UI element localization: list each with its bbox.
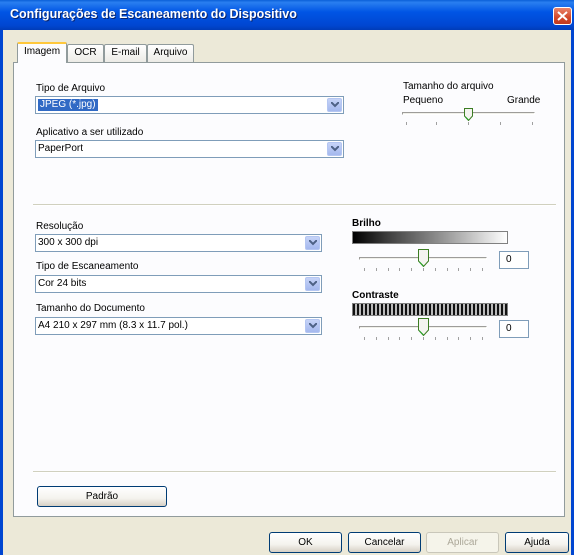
- tab-label: OCR: [74, 47, 97, 58]
- ok-button[interactable]: OK: [269, 532, 342, 553]
- slider-tick: [423, 268, 424, 271]
- slider-tick: [470, 268, 471, 271]
- slider-tick: [406, 122, 407, 125]
- chevron-down-icon: [331, 102, 339, 108]
- scan-type-label: Tipo de Escaneamento: [36, 261, 139, 272]
- slider-tick: [458, 268, 459, 271]
- slider-tick: [399, 337, 400, 340]
- dropdown-arrow[interactable]: [305, 236, 320, 250]
- brightness-label: Brilho: [352, 218, 381, 229]
- footer-divider: [33, 471, 556, 473]
- file-type-label: Tipo de Arquivo: [36, 83, 106, 94]
- button-label: Ajuda: [524, 537, 550, 548]
- slider-tick: [388, 268, 389, 271]
- file-type-select[interactable]: JPEG (*.jpg): [35, 96, 344, 114]
- tab-panel-imagem: Tipo de Arquivo JPEG (*.jpg) Aplicativo …: [13, 62, 565, 517]
- button-label: OK: [298, 537, 313, 548]
- dropdown-arrow[interactable]: [305, 277, 320, 291]
- slider-tick: [482, 337, 483, 340]
- tab-label: Imagem: [23, 46, 61, 57]
- tab-imagem[interactable]: Imagem: [17, 42, 67, 63]
- tab-label: E-mail: [111, 47, 140, 58]
- slider-tick: [388, 337, 389, 340]
- cancel-button[interactable]: Cancelar: [348, 532, 421, 553]
- slider-tick: [482, 268, 483, 271]
- brightness-gradient: [352, 231, 508, 244]
- default-button[interactable]: Padrão: [37, 486, 167, 507]
- file-size-label: Tamanho do arquivo: [403, 81, 494, 92]
- slider-tick: [447, 268, 448, 271]
- apply-button[interactable]: Aplicar: [426, 532, 499, 553]
- chevron-down-icon: [309, 281, 317, 287]
- resolution-label: Resolução: [36, 221, 84, 232]
- dropdown-arrow[interactable]: [327, 98, 342, 112]
- contrast-pattern: [352, 303, 508, 316]
- doc-size-label: Tamanho do Documento: [36, 303, 145, 314]
- slider-tick: [436, 122, 437, 125]
- dropdown-arrow[interactable]: [327, 142, 342, 156]
- slider-tick: [500, 122, 501, 125]
- brightness-slider-thumb[interactable]: [417, 249, 429, 267]
- tab-email[interactable]: E-mail: [104, 44, 147, 62]
- resolution-select[interactable]: 300 x 300 dpi: [35, 234, 322, 252]
- slider-tick: [376, 337, 377, 340]
- slider-tick: [376, 268, 377, 271]
- slider-tick: [532, 122, 533, 125]
- file-size-min-label: Pequeno: [403, 95, 444, 106]
- slider-tick: [411, 268, 412, 271]
- slider-tick: [468, 122, 469, 125]
- file-size-slider-thumb[interactable]: [464, 108, 473, 121]
- brightness-value: 0: [506, 254, 512, 265]
- chevron-down-icon: [309, 240, 317, 246]
- app-value: PaperPort: [38, 143, 84, 154]
- slider-tick: [411, 337, 412, 340]
- slider-tick: [435, 337, 436, 340]
- slider-tick: [364, 268, 365, 271]
- tab-ocr[interactable]: OCR: [67, 44, 104, 62]
- contrast-label: Contraste: [352, 290, 399, 301]
- contrast-slider-thumb[interactable]: [417, 318, 429, 336]
- slider-tick: [364, 337, 365, 340]
- dropdown-arrow[interactable]: [305, 319, 320, 333]
- chevron-down-icon: [309, 323, 317, 329]
- scan-type-value: Cor 24 bits: [38, 278, 87, 289]
- button-label: Aplicar: [447, 537, 478, 548]
- slider-tick: [435, 268, 436, 271]
- title-bar[interactable]: Configurações de Escaneamento do Disposi…: [0, 0, 574, 30]
- slider-tick: [423, 337, 424, 340]
- settings-dialog: Configurações de Escaneamento do Disposi…: [0, 0, 574, 555]
- close-icon: [557, 11, 568, 21]
- contrast-value: 0: [506, 323, 512, 334]
- app-label: Aplicativo a ser utilizado: [36, 127, 144, 138]
- resolution-value: 300 x 300 dpi: [38, 237, 99, 248]
- slider-tick: [447, 337, 448, 340]
- contrast-input[interactable]: 0: [499, 320, 529, 338]
- slider-tick: [458, 337, 459, 340]
- button-label: Padrão: [85, 491, 119, 502]
- chevron-down-icon: [331, 146, 339, 152]
- app-select[interactable]: PaperPort: [35, 140, 344, 158]
- doc-size-value: A4 210 x 297 mm (8.3 x 11.7 pol.): [38, 320, 188, 331]
- window-title: Configurações de Escaneamento do Disposi…: [10, 7, 297, 21]
- slider-tick: [399, 268, 400, 271]
- doc-size-select[interactable]: A4 210 x 297 mm (8.3 x 11.7 pol.): [35, 317, 322, 335]
- section-divider: [33, 204, 556, 206]
- help-button[interactable]: Ajuda: [505, 532, 569, 553]
- tab-arquivo[interactable]: Arquivo: [147, 44, 194, 62]
- file-type-value: JPEG (*.jpg): [38, 99, 98, 111]
- file-size-max-label: Grande: [507, 95, 541, 106]
- window-frame-left: [0, 30, 3, 555]
- button-label: Cancelar: [364, 537, 405, 548]
- scan-type-select[interactable]: Cor 24 bits: [35, 275, 322, 293]
- brightness-input[interactable]: 0: [499, 251, 529, 269]
- close-button[interactable]: [553, 7, 572, 25]
- tab-label: Arquivo: [153, 47, 188, 58]
- slider-tick: [470, 337, 471, 340]
